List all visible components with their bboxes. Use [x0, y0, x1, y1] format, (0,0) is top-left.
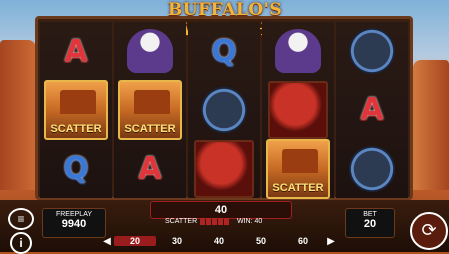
mesa-left	[0, 40, 36, 190]
symbol-cell	[340, 143, 404, 195]
bet-label: BET	[363, 211, 377, 218]
bet-option[interactable]: 20	[114, 236, 156, 246]
canyon-icon	[60, 89, 96, 114]
symbol-cell: A	[44, 25, 108, 77]
bet-option[interactable]: 30	[156, 236, 198, 246]
symbol-a: A	[360, 92, 384, 128]
symbol-cell	[192, 84, 256, 136]
freeplay-panel: FREEPLAY 9940	[42, 208, 106, 238]
reel-4: SCATTER	[262, 22, 334, 199]
freeplay-value: 9940	[61, 218, 87, 230]
reels-grid: A SCATTER Q SCATTER A Q SCATTER A	[40, 22, 408, 199]
bet-value: 20	[363, 218, 377, 230]
bet-prev-icon[interactable]: ◀	[100, 236, 114, 247]
symbol-cell	[118, 25, 182, 77]
bet-next-icon[interactable]: ▶	[324, 236, 338, 247]
symbol-a: A	[138, 151, 162, 187]
canyon-icon	[282, 148, 318, 173]
symbol-cell	[192, 139, 256, 198]
panther-icon	[201, 86, 247, 133]
game-title: BUFFALO'S WEALTH	[167, 0, 283, 40]
panther-icon	[349, 145, 395, 192]
eagle-icon	[127, 29, 173, 74]
symbol-cell: A	[340, 84, 404, 136]
bet-option[interactable]: 60	[282, 236, 324, 246]
status-line: SCATTER WIN: 40	[165, 218, 305, 228]
symbol-cell: A	[118, 143, 182, 195]
symbol-cell: Q	[192, 25, 256, 77]
bet-panel: BET 20	[345, 208, 395, 238]
horse-icon	[268, 80, 328, 139]
symbol-cell	[340, 25, 404, 77]
bet-selector: ◀ 20 30 40 50 60 ▶	[100, 232, 340, 250]
eagle-icon	[275, 29, 321, 74]
symbol-q: Q	[211, 33, 237, 69]
scatter-label: SCATTER	[124, 122, 176, 135]
panther-icon	[349, 28, 395, 75]
scatter-label: SCATTER	[50, 122, 102, 135]
scatter-progress-boxes	[200, 218, 230, 227]
bet-option[interactable]: 50	[240, 236, 282, 246]
symbol-cell: SCATTER	[266, 138, 330, 199]
win-display: 40	[150, 201, 292, 219]
symbol-cell: SCATTER	[118, 79, 182, 140]
info-icon[interactable]: i	[10, 232, 32, 254]
symbol-q: Q	[63, 151, 89, 187]
canyon-icon	[134, 89, 170, 114]
scatter-symbol: SCATTER	[118, 79, 182, 140]
reel-3: Q	[188, 22, 260, 198]
win-status-text: WIN: 40	[237, 218, 263, 225]
reel-1: A SCATTER Q	[40, 22, 112, 198]
horse-icon	[194, 139, 254, 198]
scatter-label: SCATTER	[272, 181, 324, 194]
reel-5: A	[336, 22, 408, 198]
symbol-cell	[266, 80, 330, 139]
symbol-a: A	[64, 33, 88, 69]
spin-icon[interactable]: ⟳	[410, 212, 448, 250]
scatter-symbol: SCATTER	[266, 138, 330, 199]
symbol-cell	[266, 25, 330, 77]
symbol-cell: Q	[44, 143, 108, 195]
scatter-symbol: SCATTER	[44, 79, 108, 140]
reel-2: SCATTER A	[114, 22, 186, 198]
scatter-status-label: SCATTER	[165, 218, 198, 225]
symbol-cell: SCATTER	[44, 79, 108, 140]
freeplay-label: FREEPLAY	[55, 211, 93, 218]
bet-option[interactable]: 40	[198, 236, 240, 246]
mesa-right	[413, 60, 449, 190]
menu-icon[interactable]: ≡	[8, 208, 34, 230]
